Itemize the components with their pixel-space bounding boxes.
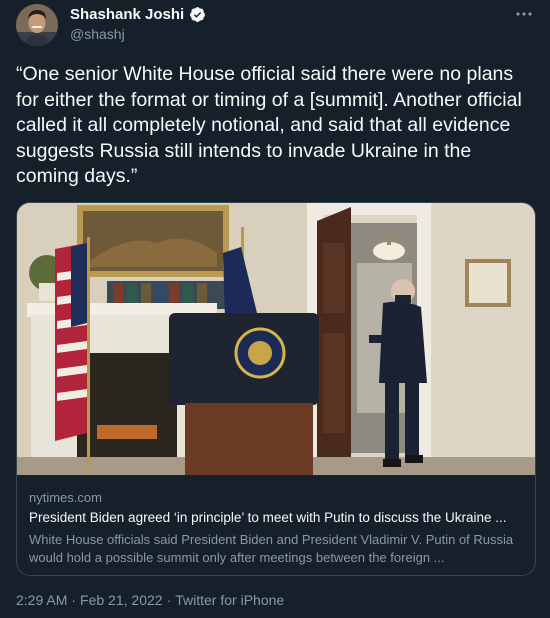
link-card-meta: nytimes.com President Biden agreed ‘in p… bbox=[29, 490, 525, 567]
tweet-source[interactable]: Twitter for iPhone bbox=[175, 592, 284, 608]
author-handle[interactable]: @shashj bbox=[70, 26, 125, 42]
author-name-row[interactable]: Shashank Joshi bbox=[70, 6, 206, 23]
link-card-photo bbox=[17, 203, 535, 475]
link-card-domain: nytimes.com bbox=[29, 490, 102, 505]
link-card-description: White House officials said President Bid… bbox=[29, 532, 514, 565]
tweet-text: “One senior White House official said th… bbox=[16, 63, 528, 187]
avatar[interactable] bbox=[16, 4, 58, 46]
verified-badge-icon bbox=[190, 7, 206, 22]
tweet-date[interactable]: Feb 21, 2022 bbox=[80, 592, 163, 608]
tweet-metadata: 2:29 AM · Feb 21, 2022 · Twitter for iPh… bbox=[16, 592, 284, 608]
more-options-button[interactable] bbox=[512, 4, 536, 24]
tweet-time[interactable]: 2:29 AM bbox=[16, 592, 67, 608]
author-name[interactable]: Shashank Joshi bbox=[70, 6, 184, 23]
meta-separator: · bbox=[166, 592, 172, 608]
more-horizontal-icon bbox=[516, 12, 532, 16]
tweet: Shashank Joshi @shashj “One senior White… bbox=[0, 0, 550, 618]
meta-separator: · bbox=[71, 592, 77, 608]
link-card-title[interactable]: President Biden agreed ‘in principle’ to… bbox=[29, 510, 525, 529]
link-card[interactable]: nytimes.com President Biden agreed ‘in p… bbox=[16, 202, 536, 576]
